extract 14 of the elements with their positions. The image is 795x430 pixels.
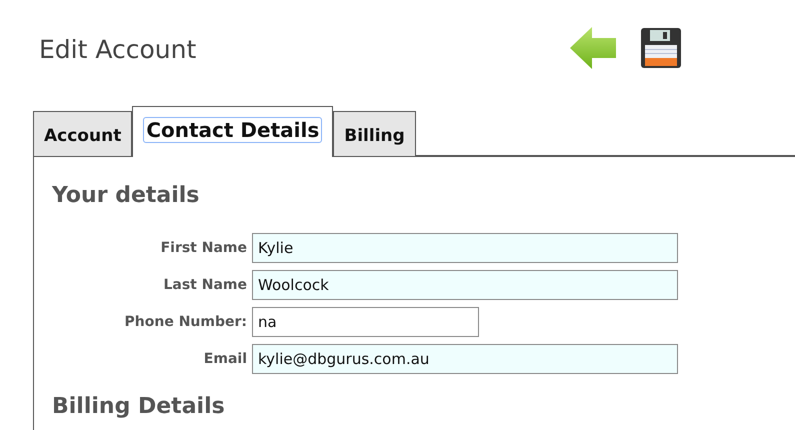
- field-label: Last Name: [163, 277, 247, 293]
- section-heading: Your details: [52, 183, 200, 208]
- field-label: Phone Number:: [124, 314, 247, 330]
- text-field[interactable]: na: [252, 307, 479, 337]
- text-field[interactable]: Woolcock: [252, 270, 678, 300]
- section-heading: Billing Details: [52, 394, 226, 419]
- text-field[interactable]: Kylie: [252, 233, 678, 263]
- tab[interactable]: Account: [33, 111, 132, 156]
- page-title: Edit Account: [39, 34, 196, 64]
- tab[interactable]: Billing: [333, 111, 416, 156]
- field-label: Email: [204, 351, 247, 367]
- tab[interactable]: Contact Details: [132, 106, 334, 157]
- field-label: First Name: [160, 240, 247, 256]
- text-field[interactable]: kylie@dbgurus.com.au: [252, 344, 678, 374]
